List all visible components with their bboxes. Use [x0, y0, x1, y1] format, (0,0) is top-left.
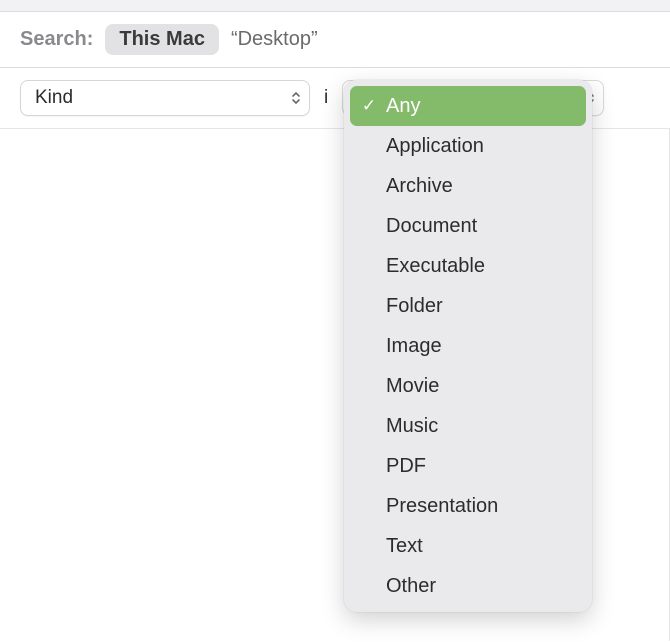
- criteria-attribute-dropdown[interactable]: Kind: [20, 80, 310, 116]
- checkmark-icon: ✓: [360, 96, 378, 116]
- search-scope-bar: Search: This Mac “Desktop”: [0, 12, 670, 68]
- popup-item-label: Folder: [386, 295, 576, 318]
- popup-item-archive[interactable]: ✓Archive: [350, 166, 586, 206]
- popup-item-label: Text: [386, 535, 576, 558]
- popup-item-movie[interactable]: ✓Movie: [350, 366, 586, 406]
- popup-item-folder[interactable]: ✓Folder: [350, 286, 586, 326]
- popup-item-label: Executable: [386, 255, 576, 278]
- popup-item-any[interactable]: ✓ Any: [350, 86, 586, 126]
- popup-item-text[interactable]: ✓Text: [350, 526, 586, 566]
- popup-item-label: Any: [386, 95, 576, 118]
- popup-item-image[interactable]: ✓Image: [350, 326, 586, 366]
- popup-item-document[interactable]: ✓Document: [350, 206, 586, 246]
- criteria-connector-text: i: [324, 87, 328, 109]
- chevron-up-down-icon: [291, 91, 301, 105]
- popup-item-label: Image: [386, 335, 576, 358]
- popup-item-label: Other: [386, 575, 576, 598]
- window-toolbar-strip: [0, 0, 670, 12]
- popup-item-other[interactable]: ✓Other: [350, 566, 586, 606]
- popup-item-label: Music: [386, 415, 576, 438]
- popup-item-label: Application: [386, 135, 576, 158]
- popup-item-label: Movie: [386, 375, 576, 398]
- kind-value-popup-menu: ✓ Any ✓Application✓Archive✓Document✓Execut…: [344, 80, 592, 612]
- popup-item-music[interactable]: ✓Music: [350, 406, 586, 446]
- scope-this-mac[interactable]: This Mac: [105, 24, 219, 55]
- search-label: Search:: [20, 28, 93, 51]
- popup-item-label: Archive: [386, 175, 576, 198]
- popup-item-application[interactable]: ✓Application: [350, 126, 586, 166]
- popup-item-presentation[interactable]: ✓Presentation: [350, 486, 586, 526]
- popup-item-label: Presentation: [386, 495, 576, 518]
- popup-item-label: PDF: [386, 455, 576, 478]
- popup-item-executable[interactable]: ✓Executable: [350, 246, 586, 286]
- scope-desktop[interactable]: “Desktop”: [231, 28, 318, 51]
- popup-item-pdf[interactable]: ✓PDF: [350, 446, 586, 486]
- popup-item-label: Document: [386, 215, 576, 238]
- criteria-attribute-value: Kind: [35, 87, 73, 109]
